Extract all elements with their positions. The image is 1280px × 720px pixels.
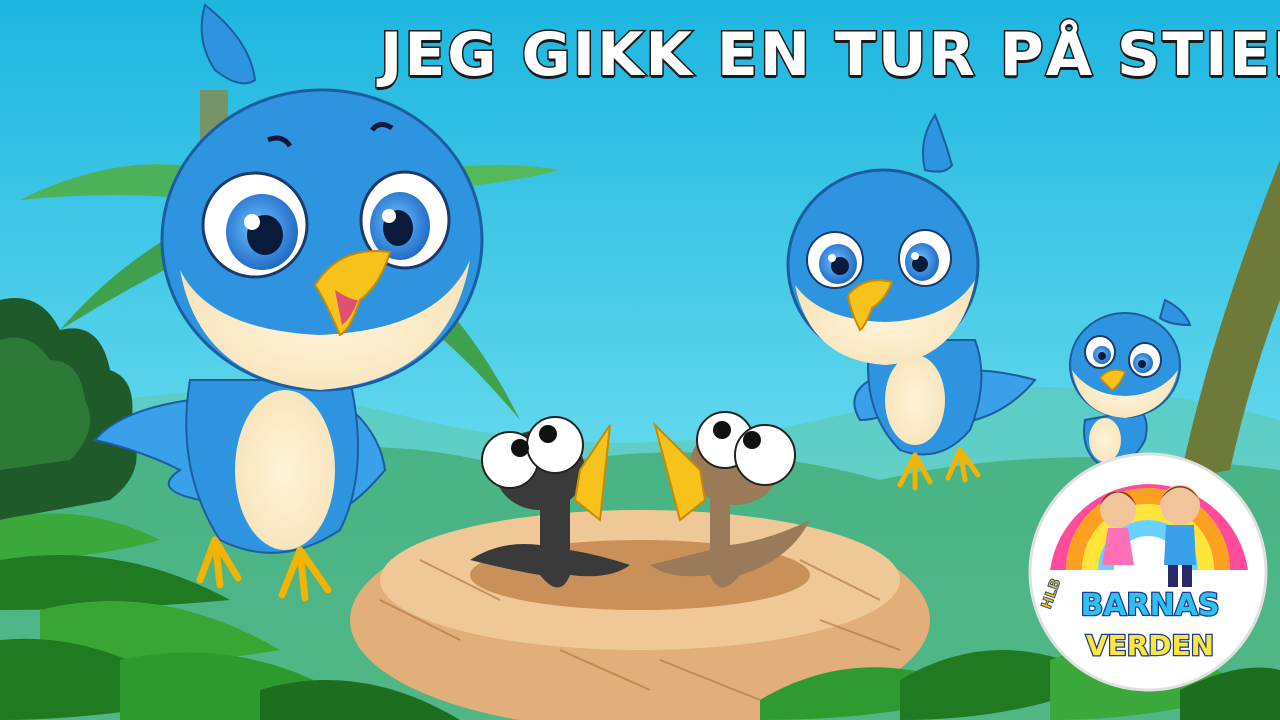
cartoon-scene: HLB BARNAS VERDEN	[0, 0, 1280, 720]
logo-line1-text: BARNAS	[1080, 588, 1219, 623]
logo-line2-text: VERDEN	[1086, 629, 1214, 662]
video-title: JEG GIKK EN TUR PÅ STIEN	[379, 19, 1280, 92]
